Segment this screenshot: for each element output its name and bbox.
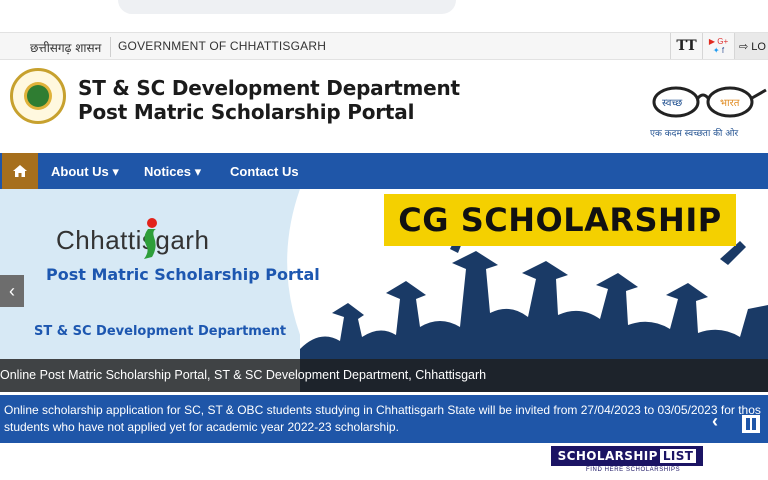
font-size-icon: TT: [676, 38, 697, 54]
notice-text: Online scholarship application for SC, S…: [4, 402, 768, 436]
chhattisgarh-emblem-logo: [10, 68, 66, 124]
swachh-word: स्वच्छ: [662, 98, 682, 109]
department-name: ST & SC Development Department: [34, 324, 287, 339]
gov-hindi-label: छत्तीसगढ़ शासन: [30, 41, 102, 55]
swachh-caption: एक कदम स्वच्छता की ओर: [650, 129, 739, 139]
divider: [110, 37, 111, 57]
portal-title: Post Matric Scholarship Portal: [78, 100, 415, 124]
login-button[interactable]: ⇨ LO: [734, 33, 768, 59]
pause-icon[interactable]: [742, 415, 760, 433]
portal-name: Post Matric Scholarship Portal: [46, 265, 320, 284]
scholarship-list-watermark: SCHOLARSHIP LIST: [551, 446, 703, 466]
youtube-icon[interactable]: ▶ G+: [709, 37, 728, 46]
notice-line-1: Online scholarship application for SC, S…: [4, 403, 761, 417]
home-icon: [13, 165, 27, 177]
login-label: ⇨ LO: [739, 40, 766, 53]
search-bar-fragment: [118, 0, 456, 14]
nav-contact-us[interactable]: Contact Us: [230, 164, 299, 179]
browser-top-strip: [0, 0, 768, 32]
hero-slider: Chhattisgarh Post Matric Scholarship Por…: [0, 189, 768, 392]
cg-map-icon: [144, 218, 157, 259]
notice-prev-button[interactable]: ‹: [712, 411, 718, 432]
site-header: ST & SC Development Department Post Matr…: [0, 60, 768, 153]
slide-caption: Online Post Matric Scholarship Portal, S…: [0, 368, 487, 382]
nav-about-us[interactable]: About Us ▾: [51, 164, 119, 180]
slider-prev-button[interactable]: ‹: [0, 275, 24, 307]
utility-tools: TT ▶ G+ ✦ f ⇨ LO: [670, 33, 768, 59]
gov-english-label: GOVERNMENT OF CHHATTISGARH: [118, 39, 327, 53]
watermark-part2: LIST: [659, 449, 697, 463]
home-button[interactable]: [2, 153, 38, 189]
notice-ticker: Online scholarship application for SC, S…: [0, 395, 768, 443]
notice-line-2: students who have not applied yet for ac…: [4, 420, 399, 434]
department-title: ST & SC Development Department: [78, 76, 460, 100]
watermark-part1: SCHOLARSHIP: [557, 449, 658, 463]
bharat-word: भारत: [720, 98, 740, 109]
font-size-button[interactable]: TT: [670, 33, 702, 59]
nav-notices[interactable]: Notices ▾: [144, 164, 201, 180]
cg-scholarship-badge: CG SCHOLARSHIP: [384, 194, 736, 246]
social-links[interactable]: ▶ G+ ✦ f: [702, 33, 734, 59]
twitter-icon[interactable]: ✦ f: [713, 46, 724, 55]
state-name: Chhattisgarh: [56, 225, 210, 255]
main-navigation: About Us ▾ Notices ▾ Contact Us: [0, 153, 768, 189]
watermark-subtitle: FIND HERE SCHOLARSHIPS: [586, 467, 681, 473]
government-strip: छत्तीसगढ़ शासन GOVERNMENT OF CHHATTISGAR…: [0, 32, 768, 60]
chevron-left-icon: ‹: [9, 280, 15, 301]
slide-caption-bar: Online Post Matric Scholarship Portal, S…: [0, 359, 768, 392]
watermark-logo: SCHOLARSHIP LIST: [553, 448, 701, 464]
